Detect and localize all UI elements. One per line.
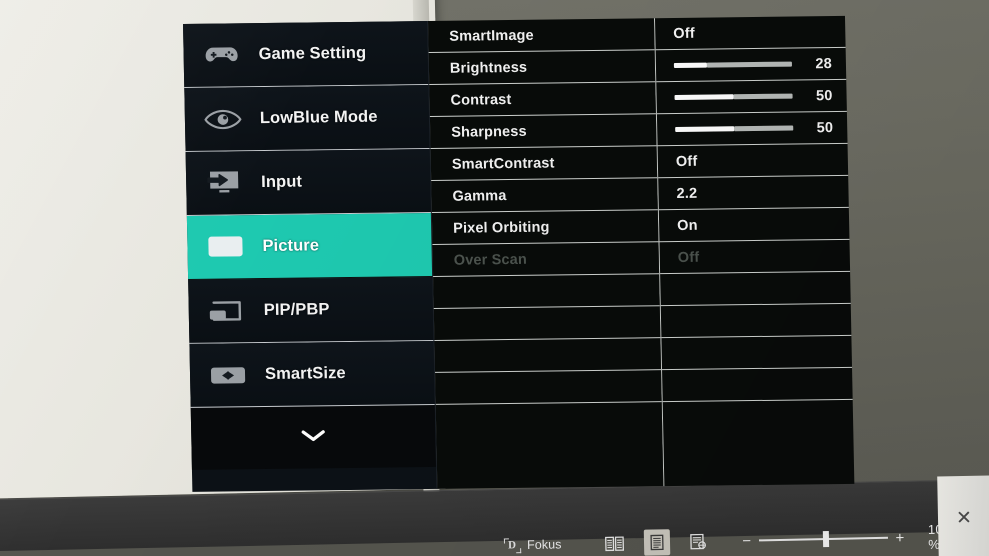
setting-value-row[interactable]: Off (657, 143, 849, 179)
sidebar-item-pip-pbp[interactable]: PIP/PBP (188, 276, 434, 344)
close-icon[interactable]: ✕ (952, 506, 976, 530)
setting-name-row[interactable]: Brightness (428, 50, 656, 85)
setting-name-row-empty (433, 274, 660, 309)
setting-value-text: On (676, 217, 698, 234)
setting-value-row[interactable]: On (658, 207, 850, 243)
focus-mode-glyph: D (507, 538, 517, 551)
view-mode-group (601, 528, 711, 556)
setting-name-row-disabled: Over Scan (432, 242, 660, 277)
setting-value-row[interactable]: 50 (656, 79, 847, 115)
gamepad-icon (201, 40, 242, 70)
settings-column-filler (436, 402, 664, 489)
sidebar-item-smartsize[interactable]: SmartSize (189, 340, 435, 408)
monitor-osd-menu: Game Setting LowBlue Mode Input Picture … (183, 15, 855, 492)
sidebar-item-label: Input (261, 172, 303, 192)
zoom-slider-thumb[interactable] (822, 530, 829, 548)
sidebar-item-lowblue-mode[interactable]: LowBlue Mode (184, 85, 430, 152)
monitor-screen-photo: D Fokus − + % ✕ Game Setting LowBlue Mod… (0, 0, 989, 556)
print-layout-icon[interactable] (643, 529, 670, 556)
pip-pbp-icon (206, 296, 247, 326)
setting-name-row[interactable]: Gamma (431, 178, 658, 213)
setting-value-row[interactable]: 50 (656, 111, 848, 147)
setting-value-row-empty (662, 367, 853, 403)
slider-fill (674, 94, 734, 100)
osd-values-column: Off 28 50 50 Off 2.2 On Off (653, 15, 855, 487)
sidebar-more-button[interactable] (190, 404, 436, 470)
sidebar-item-input[interactable]: Input (185, 148, 431, 216)
setting-value-row[interactable]: 2.2 (658, 175, 849, 211)
eye-icon (203, 104, 244, 134)
setting-value-text: Off (675, 153, 698, 170)
sharpness-slider[interactable] (675, 125, 794, 132)
web-layout-icon[interactable] (685, 528, 712, 555)
setting-value-text: 28 (815, 55, 833, 72)
setting-name-row-empty (433, 306, 661, 341)
zoom-slider-track[interactable] (758, 530, 888, 548)
input-monitor-icon (204, 168, 245, 198)
setting-name-row-empty (434, 338, 662, 373)
brightness-slider[interactable] (673, 61, 792, 69)
zoom-in-button[interactable]: + (895, 529, 906, 546)
setting-value-text: Off (673, 25, 695, 42)
setting-value-row-empty (660, 271, 851, 307)
slider-track-remainder (734, 125, 794, 132)
setting-value-row-disabled: Off (659, 239, 851, 275)
slider-fill (675, 126, 735, 132)
focus-mode-button[interactable]: D Fokus (504, 537, 562, 553)
zoom-out-button[interactable]: − (741, 532, 752, 549)
sidebar-item-game-setting[interactable]: Game Setting (183, 21, 429, 88)
setting-value-row[interactable]: 28 (655, 47, 847, 83)
sidebar-item-label: LowBlue Mode (259, 107, 378, 128)
sidebar-item-label: SmartSize (264, 364, 346, 384)
chevron-down-icon (300, 428, 326, 447)
setting-value-row[interactable]: Off (654, 15, 846, 51)
sidebar-item-label: Game Setting (258, 43, 367, 64)
setting-value-row-empty (661, 335, 853, 371)
slider-track-remainder (733, 93, 793, 100)
sidebar-item-label: Picture (262, 236, 320, 256)
setting-name-row[interactable]: Pixel Orbiting (431, 210, 659, 245)
setting-name-row[interactable]: Sharpness (429, 114, 657, 149)
smartsize-arrows-icon (208, 360, 249, 390)
read-mode-icon[interactable] (601, 530, 628, 556)
slider-track-remainder (706, 61, 792, 68)
setting-name-row[interactable]: Contrast (429, 82, 656, 117)
sidebar-item-picture[interactable]: Picture (186, 212, 433, 280)
setting-name-row[interactable]: SmartImage (427, 18, 655, 54)
focus-mode-label: Fokus (526, 537, 562, 553)
osd-settings-column: SmartImage Brightness Contrast Sharpness… (427, 18, 664, 489)
setting-value-text: 50 (815, 87, 833, 104)
setting-name-row-empty (435, 370, 662, 405)
setting-value-text: 50 (816, 119, 834, 136)
setting-name-row[interactable]: SmartContrast (430, 146, 658, 181)
sidebar-item-label: PIP/PBP (263, 300, 330, 320)
setting-value-row-empty (660, 303, 852, 339)
osd-nav-column: Game Setting LowBlue Mode Input Picture … (183, 21, 438, 492)
setting-value-text: 2.2 (676, 185, 698, 202)
slider-fill (673, 62, 708, 69)
setting-value-text: Off (677, 249, 700, 266)
focus-mode-icon: D (504, 538, 521, 553)
contrast-slider[interactable] (674, 93, 793, 100)
zoom-control[interactable]: − + 100 % (741, 521, 964, 555)
values-column-filler (663, 400, 855, 486)
picture-monitor-icon (205, 232, 246, 262)
